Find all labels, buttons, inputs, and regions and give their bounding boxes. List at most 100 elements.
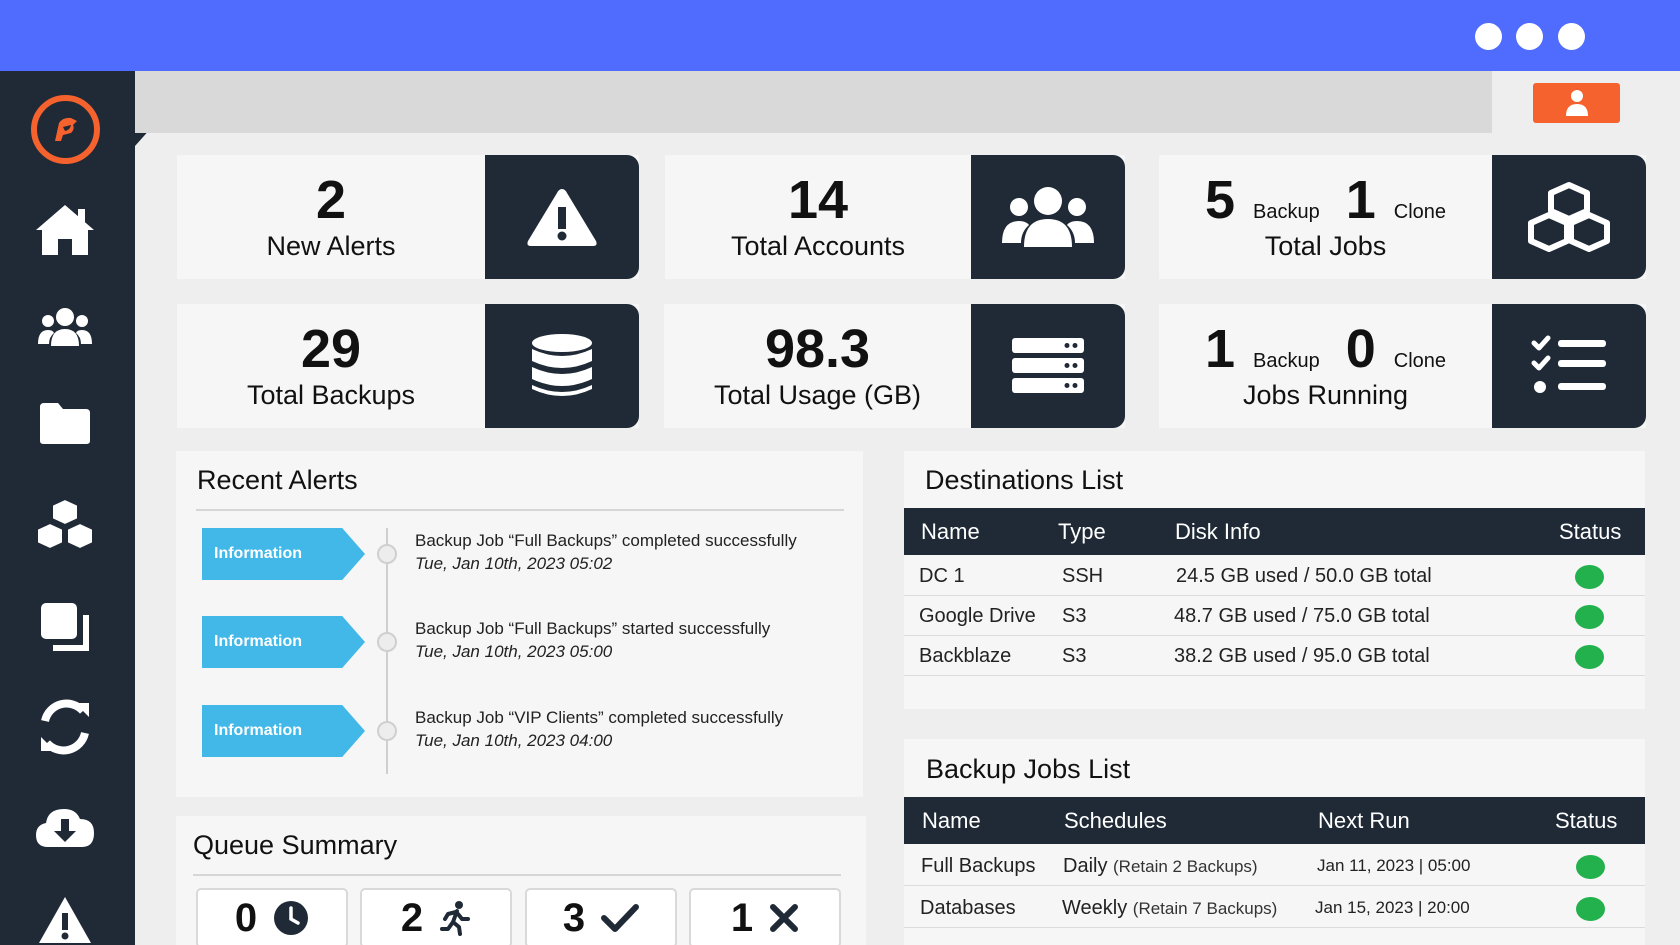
stat-value: 14	[787, 170, 849, 230]
queue-completed[interactable]: 3	[525, 888, 677, 945]
column-header[interactable]: Schedules	[1064, 797, 1167, 844]
destination-type: S3	[1062, 645, 1087, 667]
alert-tag-information: Information	[202, 528, 365, 580]
status-indicator	[1575, 565, 1604, 589]
alert-timestamp: Tue, Jan 10th, 2023 05:02	[415, 554, 613, 573]
user-menu-button[interactable]	[1533, 83, 1620, 123]
status-indicator	[1575, 645, 1604, 669]
column-header[interactable]: Name	[922, 797, 981, 844]
column-header[interactable]: Status	[1555, 797, 1617, 844]
destination-disk-info: 38.2 GB used / 95.0 GB total	[1174, 645, 1430, 667]
window-control-dot[interactable]	[1475, 23, 1502, 50]
divider	[193, 874, 841, 876]
alert-item[interactable]: Information Backup Job “Full Backups” co…	[0, 528, 864, 582]
destination-disk-info: 24.5 GB used / 50.0 GB total	[1176, 565, 1432, 587]
queue-summary-title: Queue Summary	[193, 830, 398, 860]
column-header[interactable]: Type	[1058, 508, 1106, 555]
column-header[interactable]: Next Run	[1318, 797, 1410, 844]
check-icon	[601, 904, 640, 932]
queue-running[interactable]: 2	[360, 888, 512, 945]
stat-card-total-accounts[interactable]: 14 Total Accounts	[665, 155, 1125, 279]
clone-count: 0	[1345, 319, 1376, 379]
table-row[interactable]: Databases Weekly (Retain 7 Backups) Jan …	[904, 888, 1645, 928]
logo-icon[interactable]	[31, 95, 100, 164]
users-icon	[971, 155, 1125, 279]
warning-icon[interactable]	[30, 890, 100, 945]
column-header[interactable]: Disk Info	[1175, 508, 1261, 555]
table-row[interactable]: Google Drive S3 48.7 GB used / 75.0 GB t…	[904, 596, 1645, 636]
table-row[interactable]: Full Backups Daily (Retain 2 Backups) Ja…	[904, 846, 1645, 886]
jobs-breakdown: 1 Backup 0 Clone	[1205, 321, 1446, 377]
job-schedule: Daily (Retain 2 Backups)	[1063, 846, 1258, 887]
database-icon	[485, 304, 639, 428]
timeline-node	[377, 544, 397, 564]
warning-icon	[485, 155, 639, 279]
destination-name: Google Drive	[919, 605, 1036, 627]
table-row[interactable]: DC 1 SSH 24.5 GB used / 50.0 GB total	[904, 556, 1645, 596]
recent-alerts-title: Recent Alerts	[197, 465, 358, 495]
home-icon[interactable]	[30, 200, 100, 260]
tasks-icon	[1492, 304, 1646, 428]
queue-pending[interactable]: 0	[196, 888, 348, 945]
stat-label: New Alerts	[266, 231, 396, 261]
clone-label: Clone	[1393, 201, 1447, 223]
job-next-run: Jan 11, 2023 | 05:00	[1317, 856, 1471, 875]
stat-label: Total Jobs	[1264, 231, 1387, 261]
schedule-retention: (Retain 2 Backups)	[1113, 857, 1258, 876]
header-search-area	[135, 71, 1492, 133]
destination-name: DC 1	[919, 565, 965, 587]
stat-card-total-backups[interactable]: 29 Total Backups	[177, 304, 639, 428]
window-control-dot[interactable]	[1516, 23, 1543, 50]
clock-icon	[274, 901, 309, 935]
schedule-frequency: Daily	[1063, 855, 1108, 877]
job-name: Full Backups	[921, 855, 1036, 877]
table-row[interactable]: Backblaze S3 38.2 GB used / 95.0 GB tota…	[904, 636, 1645, 676]
queue-count: 0	[234, 895, 258, 940]
folder-icon[interactable]	[30, 393, 100, 453]
stat-card-jobs-running[interactable]: 1 Backup 0 Clone Jobs Running	[1159, 304, 1646, 428]
jobs-breakdown: 5 Backup 1 Clone	[1205, 172, 1446, 228]
queue-failed[interactable]: 1	[689, 888, 841, 945]
column-header[interactable]: Name	[921, 508, 980, 555]
destinations-title: Destinations List	[925, 465, 1124, 495]
job-schedule: Weekly (Retain 7 Backups)	[1062, 888, 1277, 929]
cubes-icon	[1492, 155, 1646, 279]
users-icon[interactable]	[30, 297, 100, 357]
column-header[interactable]: Status	[1559, 508, 1621, 555]
stat-value: 98.3	[764, 319, 871, 379]
queue-count: 2	[400, 895, 424, 940]
alert-item[interactable]: Information Backup Job “VIP Clients” com…	[0, 705, 864, 759]
alert-item[interactable]: Information Backup Job “Full Backups” st…	[0, 616, 864, 670]
backup-label: Backup	[1253, 350, 1320, 372]
server-icon	[971, 304, 1125, 428]
backup-jobs-title: Backup Jobs List	[926, 754, 1131, 784]
stat-value: 29	[300, 319, 362, 379]
status-indicator	[1576, 897, 1605, 921]
stat-label: Total Accounts	[730, 231, 906, 261]
window-control-dot[interactable]	[1558, 23, 1585, 50]
stat-label: Total Usage (GB)	[713, 380, 922, 410]
alert-timestamp: Tue, Jan 10th, 2023 04:00	[415, 731, 613, 750]
destinations-table-header: Name Type Disk Info Status	[904, 508, 1645, 555]
divider	[196, 509, 844, 511]
destination-type: SSH	[1062, 565, 1104, 587]
clone-count: 1	[1345, 170, 1376, 230]
destination-type: S3	[1062, 605, 1087, 627]
queue-count: 1	[730, 895, 754, 940]
stat-label: Jobs Running	[1242, 380, 1409, 410]
timeline-node	[377, 721, 397, 741]
queue-count: 3	[562, 895, 586, 940]
x-icon	[770, 904, 799, 932]
stat-card-total-jobs[interactable]: 5 Backup 1 Clone Total Jobs	[1159, 155, 1646, 279]
timeline-node	[377, 632, 397, 652]
alert-message: Backup Job “VIP Clients” completed succe…	[415, 708, 784, 727]
stat-card-total-usage[interactable]: 98.3 Total Usage (GB)	[664, 304, 1125, 428]
user-icon	[1565, 90, 1588, 116]
alert-tag-information: Information	[202, 705, 365, 757]
alert-message: Backup Job “Full Backups” completed succ…	[415, 531, 797, 550]
running-icon	[440, 901, 471, 936]
alert-tag-information: Information	[202, 616, 365, 668]
stat-card-new-alerts[interactable]: 2 New Alerts	[177, 155, 639, 279]
alert-message: Backup Job “Full Backups” started succes…	[415, 619, 771, 638]
cloud-download-icon[interactable]	[30, 797, 100, 857]
